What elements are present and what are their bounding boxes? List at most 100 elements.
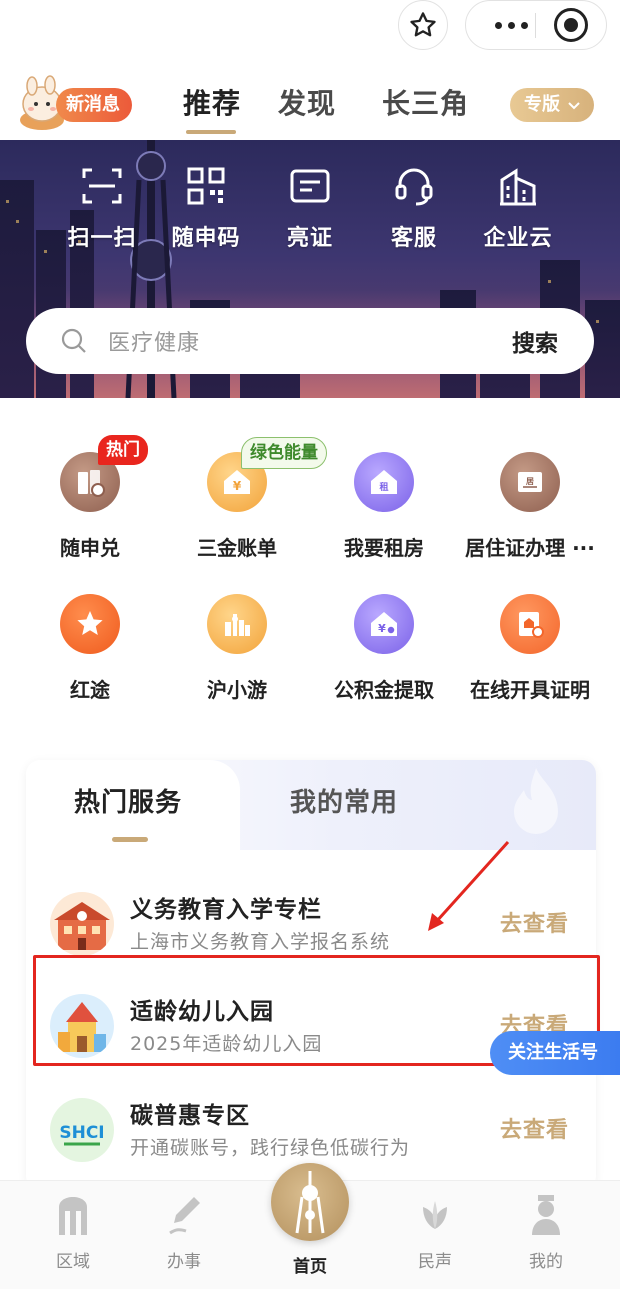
green-energy-badge: 绿色能量 <box>241 437 327 469</box>
quick-action-label: 企业云 <box>483 226 553 251</box>
search-button[interactable]: 搜索 <box>512 324 558 358</box>
service-icon-circle: 居 <box>500 452 560 512</box>
active-tab-indicator <box>186 130 236 134</box>
tab-label: 区域 <box>56 1252 90 1272</box>
region-icon <box>59 1197 87 1235</box>
tab-services[interactable]: 办事 <box>134 1193 234 1272</box>
quick-action-scan[interactable]: 扫一扫 <box>54 160 150 260</box>
scan-icon <box>82 168 122 204</box>
item-subtitle: 上海市义务教育入学报名系统 <box>130 931 391 953</box>
service-icon-circle <box>207 594 267 654</box>
service-icon-circle: ¥ <box>354 594 414 654</box>
tab-hot-services[interactable]: 热门服务 <box>74 782 182 819</box>
red-star-icon <box>77 611 103 635</box>
service-red-tour[interactable]: 红途 <box>20 594 160 714</box>
search-icon <box>61 328 86 353</box>
service-icon-circle: 租 <box>354 452 414 512</box>
tab-region[interactable]: 区域 <box>23 1193 123 1272</box>
service-residence-permit[interactable]: 居 居住证办理 ··· <box>460 452 600 572</box>
service-icon-circle <box>500 594 560 654</box>
service-online-certificate[interactable]: 在线开具证明 <box>460 594 600 714</box>
certificate-icon <box>519 612 544 638</box>
quick-action-customer-service[interactable]: 客服 <box>366 160 462 260</box>
tab-yangtze-delta[interactable]: 长三角 <box>382 82 469 122</box>
customer-service-icon <box>395 168 433 206</box>
quick-action-enterprise-cloud[interactable]: 企业云 <box>470 160 566 260</box>
svg-text:¥: ¥ <box>378 622 386 635</box>
star-icon <box>410 12 436 37</box>
service-label: 沪小游 <box>207 678 267 702</box>
quick-action-show-id[interactable]: 亮证 <box>262 160 358 260</box>
edition-dropdown[interactable]: 专版 <box>510 88 594 122</box>
view-button[interactable]: 去查看 <box>500 906 569 938</box>
carbon-logo-text: SHCI <box>59 1123 104 1143</box>
service-shanghai-tour[interactable]: 沪小游 <box>167 594 307 714</box>
tab-label: 办事 <box>167 1252 201 1272</box>
mini-program-capsule <box>465 0 607 50</box>
channel-nav: 新消息 推荐 发现 长三角 专版 <box>0 66 620 140</box>
quick-action-label: 亮证 <box>286 226 333 251</box>
tab-discover[interactable]: 发现 <box>278 82 336 122</box>
school-thumbnail <box>50 892 114 956</box>
search-bar[interactable]: 医疗健康 搜索 <box>26 308 594 374</box>
tab-mine[interactable]: 我的 <box>496 1193 596 1272</box>
service-label: 在线开具证明 <box>470 678 590 702</box>
carbon-logo-thumbnail: SHCI <box>50 1098 114 1162</box>
tab-label: 我的 <box>529 1252 563 1272</box>
hot-badge: 热门 <box>98 435 148 465</box>
service-rent-house[interactable]: 租 我要租房 <box>314 452 454 572</box>
service-three-funds-bill[interactable]: ¥ 三金账单 <box>167 452 307 572</box>
service-label: 三金账单 <box>197 536 277 560</box>
card-tab-indicator <box>112 837 148 842</box>
tab-home[interactable] <box>271 1163 349 1241</box>
svg-text:居: 居 <box>526 477 534 486</box>
city-tour-icon <box>225 614 250 636</box>
school-building-icon <box>50 892 114 956</box>
item-title: 义务教育入学专栏 <box>130 897 322 923</box>
housing-fund-icon: ¥ <box>371 612 397 636</box>
person-icon <box>532 1195 560 1235</box>
redeem-icon <box>78 470 105 497</box>
svg-text:租: 租 <box>379 481 388 493</box>
search-input[interactable]: 医疗健康 <box>108 325 200 357</box>
view-button[interactable]: 去查看 <box>500 1112 569 1144</box>
enterprise-building-icon <box>500 168 536 206</box>
service-label: 随申兑 <box>60 536 120 560</box>
rent-house-icon: 租 <box>371 470 397 494</box>
item-title: 碳普惠专区 <box>130 1103 250 1129</box>
mini-program-top-bar <box>0 0 620 66</box>
tab-my-frequent[interactable]: 我的常用 <box>290 782 398 819</box>
qr-code-icon <box>187 167 225 205</box>
city-banner: 扫一扫 随申码 亮证 客服 企业云 医疗健康 搜索 <box>0 140 620 398</box>
quick-action-qr[interactable]: 随申码 <box>158 160 254 260</box>
service-suishendui[interactable]: 随申兑 <box>20 452 160 572</box>
carbon-logo-icon: SHCI <box>50 1098 114 1162</box>
service-label: 居住证办理 ··· <box>465 536 595 560</box>
svg-text:¥: ¥ <box>233 479 242 493</box>
tab-label-home: 首页 <box>293 1257 327 1277</box>
capsule-divider <box>535 13 536 38</box>
more-menu-button[interactable] <box>486 1 536 49</box>
pen-icon <box>169 1197 200 1235</box>
magnolia-icon <box>423 1201 447 1229</box>
tab-public-voice[interactable]: 民声 <box>385 1193 485 1272</box>
flame-icon <box>514 768 558 834</box>
item-subtitle: 开通碳账号，践行绿色低碳行为 <box>130 1137 411 1159</box>
tab-label: 民声 <box>418 1252 452 1272</box>
favorite-button[interactable] <box>398 0 448 50</box>
new-message-badge[interactable]: 新消息 <box>56 88 132 122</box>
close-mini-program-button[interactable] <box>554 8 588 42</box>
service-icon-circle <box>60 594 120 654</box>
service-label: 我要租房 <box>344 536 424 560</box>
quick-action-label: 扫一扫 <box>67 226 137 251</box>
service-housing-fund[interactable]: ¥ 公积金提取 <box>314 594 454 714</box>
residence-permit-icon: 居 <box>518 472 542 492</box>
chevron-down-icon <box>568 102 580 110</box>
tab-recommend[interactable]: 推荐 <box>183 82 241 122</box>
follow-life-account-button[interactable]: 关注生活号 <box>490 1031 620 1075</box>
edition-label: 专版 <box>524 94 560 115</box>
service-label: 公积金提取 <box>334 678 434 702</box>
pearl-tower-icon <box>295 1171 325 1234</box>
quick-action-label: 客服 <box>390 226 437 251</box>
quick-action-label: 随申码 <box>171 226 241 251</box>
